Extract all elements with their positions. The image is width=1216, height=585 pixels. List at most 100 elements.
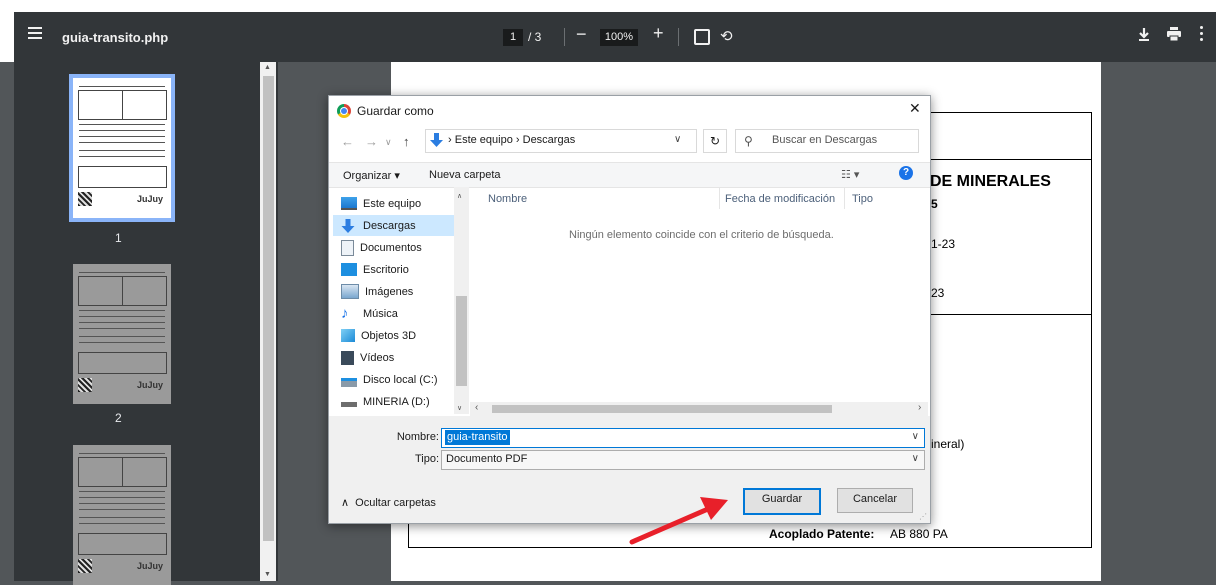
chevron-up-icon: ∧	[341, 497, 356, 509]
column-header-name[interactable]: Nombre	[488, 193, 527, 205]
nav-pane-scroll-thumb[interactable]	[456, 296, 467, 386]
breadcrumb: › Este equipo › Descargas	[448, 134, 576, 146]
nav-item-this-pc[interactable]: Este equipo	[341, 193, 453, 214]
nav-item-videos[interactable]: Vídeos	[341, 347, 453, 368]
breadcrumb-item[interactable]: Descargas	[523, 134, 576, 146]
filetype-value: Documento PDF	[446, 453, 528, 465]
search-icon: ⚲	[744, 134, 753, 148]
organize-button[interactable]: Organizar ▾	[343, 169, 400, 182]
refresh-button[interactable]: ↻	[703, 129, 727, 153]
zoom-out-icon[interactable]: −	[576, 24, 587, 45]
thumbnail-page-number: 1	[115, 231, 122, 245]
chevron-down-icon[interactable]: ∨	[912, 453, 919, 464]
toolbar-divider	[564, 28, 565, 46]
filename-value: guia-transito	[445, 430, 510, 445]
thumbnail-logo: JuJuy	[136, 194, 163, 204]
nav-item-music[interactable]: ♪ Música	[341, 303, 453, 324]
documents-icon	[341, 239, 354, 256]
chevron-down-icon[interactable]: ∨	[912, 431, 919, 442]
chrome-icon	[337, 104, 351, 118]
chevron-down-icon[interactable]: ∨	[674, 134, 681, 145]
search-input[interactable]: ⚲ Buscar en Descargas	[735, 129, 919, 153]
rotate-icon[interactable]: ⟲	[720, 27, 733, 45]
page-thumbnail[interactable]: JuJuy	[73, 264, 171, 404]
resize-grip-icon[interactable]: ⋰	[919, 512, 927, 521]
nav-item-desktop[interactable]: Escritorio	[341, 259, 453, 280]
scroll-down-icon[interactable]: ▼	[264, 571, 271, 578]
up-icon[interactable]: ↑	[403, 134, 410, 149]
scroll-up-icon[interactable]: ▲	[264, 64, 271, 71]
recent-locations-icon[interactable]: ∨	[385, 137, 392, 148]
nav-item-label: Vídeos	[360, 351, 395, 364]
scroll-down-icon[interactable]: ∨	[457, 404, 462, 412]
sidebar-scroll-thumb[interactable]	[263, 76, 274, 541]
page-thumbnail[interactable]: JuJuy	[73, 445, 171, 585]
scroll-right-icon[interactable]: ›	[918, 402, 921, 413]
computer-icon	[341, 197, 357, 210]
column-divider[interactable]	[844, 187, 845, 209]
trailer-plate-value: AB 880 PA	[890, 527, 948, 541]
cancel-button[interactable]: Cancelar	[837, 488, 913, 513]
scroll-up-icon[interactable]: ∧	[457, 192, 462, 200]
trailer-plate-label: Acoplado Patente:	[769, 527, 875, 541]
file-list-header: Nombre Fecha de modificación Tipo	[470, 187, 930, 209]
downloads-icon	[430, 133, 443, 147]
nav-item-label: MINERIA (D:)	[363, 395, 430, 408]
file-list-scroll-thumb[interactable]	[492, 405, 832, 413]
empty-list-message: Ningún elemento coincide con el criterio…	[569, 229, 834, 241]
column-header-type[interactable]: Tipo	[852, 193, 873, 205]
nav-item-3d-objects[interactable]: Objetos 3D	[341, 325, 453, 346]
filename-input[interactable]: guia-transito ∨	[441, 428, 925, 448]
nav-item-pictures[interactable]: Imágenes	[341, 281, 453, 302]
nav-item-label: Objetos 3D	[361, 329, 417, 342]
close-icon[interactable]: ✕	[909, 100, 921, 117]
scroll-left-icon[interactable]: ‹	[475, 402, 478, 413]
download-icon[interactable]	[1136, 26, 1152, 42]
menu-icon[interactable]	[28, 27, 42, 39]
doc-text: 1-23	[931, 237, 956, 251]
back-icon[interactable]: ←	[341, 134, 354, 149]
page-number-input[interactable]: 1	[503, 29, 523, 46]
nav-item-downloads[interactable]: Descargas	[333, 215, 461, 236]
doc-heading: DE MINERALES	[930, 173, 1051, 190]
nav-item-mineria-d[interactable]: MINERIA (D:)	[341, 391, 453, 412]
desktop-icon	[341, 263, 357, 276]
thumbnail-page-number: 2	[115, 411, 122, 425]
pdf-toolbar: guia-transito.php 1 / 3 − 100% + ⟲	[0, 0, 1216, 62]
new-folder-button[interactable]: Nueva carpeta	[429, 169, 501, 181]
doc-text: ineral)	[931, 437, 965, 451]
nav-item-label: Imágenes	[365, 285, 414, 298]
dialog-title: Guardar como	[357, 104, 434, 118]
drive-c-icon	[341, 378, 357, 387]
print-icon[interactable]	[1166, 27, 1182, 41]
forward-icon[interactable]: →	[365, 134, 378, 149]
page-total: / 3	[528, 30, 542, 44]
hide-folders-toggle[interactable]: ∧ Ocultar carpetas	[341, 496, 436, 509]
more-actions-icon[interactable]	[1200, 26, 1204, 42]
fit-page-icon[interactable]	[694, 29, 710, 45]
column-header-modified[interactable]: Fecha de modificación	[725, 193, 835, 205]
doc-text: 5	[931, 197, 938, 211]
thumbnail-logo: JuJuy	[136, 380, 163, 390]
nav-item-label: Disco local (C:)	[363, 373, 438, 386]
page-thumbnail[interactable]: JuJuy	[69, 74, 175, 222]
column-divider[interactable]	[719, 187, 720, 209]
help-icon[interactable]: ?	[899, 166, 913, 180]
filetype-select[interactable]: Documento PDF ∨	[441, 450, 925, 470]
view-options-icon[interactable]: ☷ ▾	[841, 168, 859, 181]
nav-item-label: Música	[363, 307, 398, 320]
save-button[interactable]: Guardar	[743, 488, 821, 515]
zoom-in-icon[interactable]: +	[653, 23, 664, 44]
save-as-dialog: Guardar como ✕ ← → ∨ ↑ › Este equipo › D…	[328, 95, 931, 524]
hide-folders-label: Ocultar carpetas	[355, 497, 436, 509]
document-title: guia-transito.php	[62, 30, 169, 45]
thumbnail-logo: JuJuy	[136, 561, 163, 571]
doc-text: 23	[931, 286, 945, 300]
navigation-pane: Este equipo Descargas Documentos Escrito…	[329, 187, 469, 414]
nav-item-documents[interactable]: Documentos	[341, 237, 453, 258]
address-bar[interactable]: › Este equipo › Descargas ∨	[425, 129, 697, 153]
nav-item-local-disk-c[interactable]: Disco local (C:)	[341, 369, 453, 390]
music-icon: ♪	[341, 305, 349, 322]
breadcrumb-item[interactable]: Este equipo	[455, 134, 513, 146]
zoom-input[interactable]: 100%	[600, 29, 638, 46]
